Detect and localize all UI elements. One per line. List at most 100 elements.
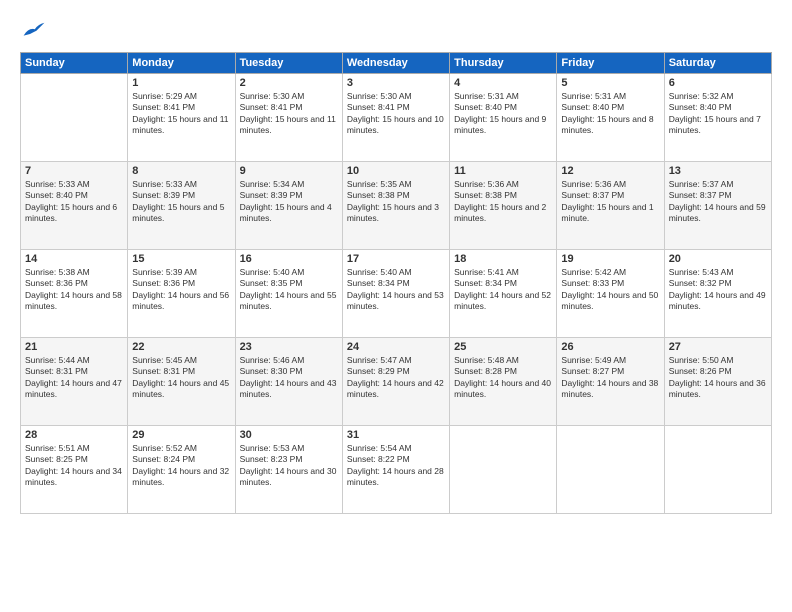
day-number: 21 (25, 341, 123, 353)
day-number: 16 (240, 253, 338, 265)
day-number: 6 (669, 77, 767, 89)
calendar-cell: 10 Sunrise: 5:35 AMSunset: 8:38 PMDayligh… (342, 162, 449, 250)
weekday-header-thursday: Thursday (450, 53, 557, 74)
day-info: Sunrise: 5:48 AMSunset: 8:28 PMDaylight:… (454, 355, 552, 401)
day-info: Sunrise: 5:30 AMSunset: 8:41 PMDaylight:… (240, 91, 338, 137)
calendar-cell: 25 Sunrise: 5:48 AMSunset: 8:28 PMDayligh… (450, 338, 557, 426)
day-info: Sunrise: 5:36 AMSunset: 8:37 PMDaylight:… (561, 179, 659, 225)
weekday-header-friday: Friday (557, 53, 664, 74)
day-info: Sunrise: 5:31 AMSunset: 8:40 PMDaylight:… (561, 91, 659, 137)
day-info: Sunrise: 5:51 AMSunset: 8:25 PMDaylight:… (25, 443, 123, 489)
day-number: 5 (561, 77, 659, 89)
calendar-cell: 3 Sunrise: 5:30 AMSunset: 8:41 PMDaylight… (342, 74, 449, 162)
calendar-cell: 27 Sunrise: 5:50 AMSunset: 8:26 PMDayligh… (664, 338, 771, 426)
day-info: Sunrise: 5:31 AMSunset: 8:40 PMDaylight:… (454, 91, 552, 137)
calendar-cell: 16 Sunrise: 5:40 AMSunset: 8:35 PMDayligh… (235, 250, 342, 338)
calendar-cell: 21Sunrise: 5:44 AMSunset: 8:31 PMDayligh… (21, 338, 128, 426)
calendar-cell: 18Sunrise: 5:41 AMSunset: 8:34 PMDayligh… (450, 250, 557, 338)
day-number: 10 (347, 165, 445, 177)
day-info: Sunrise: 5:33 AMSunset: 8:40 PMDaylight:… (25, 179, 123, 225)
calendar-cell: 6 Sunrise: 5:32 AMSunset: 8:40 PMDaylight… (664, 74, 771, 162)
day-number: 7 (25, 165, 123, 177)
page-header (20, 20, 772, 40)
day-number: 8 (132, 165, 230, 177)
day-number: 23 (240, 341, 338, 353)
day-info: Sunrise: 5:47 AMSunset: 8:29 PMDaylight:… (347, 355, 445, 401)
calendar-week-4: 21Sunrise: 5:44 AMSunset: 8:31 PMDayligh… (21, 338, 772, 426)
day-info: Sunrise: 5:30 AMSunset: 8:41 PMDaylight:… (347, 91, 445, 137)
calendar-cell: 8 Sunrise: 5:33 AMSunset: 8:39 PMDaylight… (128, 162, 235, 250)
day-info: Sunrise: 5:54 AMSunset: 8:22 PMDaylight:… (347, 443, 445, 489)
day-number: 17 (347, 253, 445, 265)
day-number: 25 (454, 341, 552, 353)
calendar-cell: 14Sunrise: 5:38 AMSunset: 8:36 PMDayligh… (21, 250, 128, 338)
day-info: Sunrise: 5:38 AMSunset: 8:36 PMDaylight:… (25, 267, 123, 313)
calendar-cell (21, 74, 128, 162)
calendar-week-2: 7 Sunrise: 5:33 AMSunset: 8:40 PMDaylight… (21, 162, 772, 250)
day-info: Sunrise: 5:50 AMSunset: 8:26 PMDaylight:… (669, 355, 767, 401)
day-info: Sunrise: 5:43 AMSunset: 8:32 PMDaylight:… (669, 267, 767, 313)
calendar-week-3: 14Sunrise: 5:38 AMSunset: 8:36 PMDayligh… (21, 250, 772, 338)
day-info: Sunrise: 5:52 AMSunset: 8:24 PMDaylight:… (132, 443, 230, 489)
calendar-body: 1 Sunrise: 5:29 AMSunset: 8:41 PMDaylight… (21, 74, 772, 514)
day-number: 31 (347, 429, 445, 441)
calendar-cell (557, 426, 664, 514)
calendar-table: SundayMondayTuesdayWednesdayThursdayFrid… (20, 52, 772, 514)
calendar-header: SundayMondayTuesdayWednesdayThursdayFrid… (21, 53, 772, 74)
day-number: 19 (561, 253, 659, 265)
calendar-cell: 29 Sunrise: 5:52 AMSunset: 8:24 PMDayligh… (128, 426, 235, 514)
weekday-header-monday: Monday (128, 53, 235, 74)
calendar-cell (664, 426, 771, 514)
day-info: Sunrise: 5:37 AMSunset: 8:37 PMDaylight:… (669, 179, 767, 225)
calendar-cell: 30 Sunrise: 5:53 AMSunset: 8:23 PMDayligh… (235, 426, 342, 514)
calendar-cell (450, 426, 557, 514)
day-number: 24 (347, 341, 445, 353)
calendar-cell: 24 Sunrise: 5:47 AMSunset: 8:29 PMDayligh… (342, 338, 449, 426)
logo-bird-icon (22, 20, 46, 40)
day-info: Sunrise: 5:29 AMSunset: 8:41 PMDaylight:… (132, 91, 230, 137)
weekday-header-saturday: Saturday (664, 53, 771, 74)
calendar-cell: 4Sunrise: 5:31 AMSunset: 8:40 PMDaylight… (450, 74, 557, 162)
day-info: Sunrise: 5:53 AMSunset: 8:23 PMDaylight:… (240, 443, 338, 489)
day-number: 2 (240, 77, 338, 89)
calendar-cell: 17 Sunrise: 5:40 AMSunset: 8:34 PMDayligh… (342, 250, 449, 338)
day-info: Sunrise: 5:34 AMSunset: 8:39 PMDaylight:… (240, 179, 338, 225)
calendar-cell: 9Sunrise: 5:34 AMSunset: 8:39 PMDaylight… (235, 162, 342, 250)
calendar-cell: 28 Sunrise: 5:51 AMSunset: 8:25 PMDayligh… (21, 426, 128, 514)
day-number: 27 (669, 341, 767, 353)
day-number: 30 (240, 429, 338, 441)
day-number: 22 (132, 341, 230, 353)
calendar-cell: 23 Sunrise: 5:46 AMSunset: 8:30 PMDayligh… (235, 338, 342, 426)
day-info: Sunrise: 5:36 AMSunset: 8:38 PMDaylight:… (454, 179, 552, 225)
calendar-cell: 5 Sunrise: 5:31 AMSunset: 8:40 PMDaylight… (557, 74, 664, 162)
day-info: Sunrise: 5:32 AMSunset: 8:40 PMDaylight:… (669, 91, 767, 137)
calendar-cell: 2 Sunrise: 5:30 AMSunset: 8:41 PMDaylight… (235, 74, 342, 162)
day-number: 15 (132, 253, 230, 265)
calendar-cell: 31 Sunrise: 5:54 AMSunset: 8:22 PMDayligh… (342, 426, 449, 514)
day-number: 1 (132, 77, 230, 89)
day-info: Sunrise: 5:40 AMSunset: 8:34 PMDaylight:… (347, 267, 445, 313)
day-info: Sunrise: 5:33 AMSunset: 8:39 PMDaylight:… (132, 179, 230, 225)
day-number: 28 (25, 429, 123, 441)
day-info: Sunrise: 5:40 AMSunset: 8:35 PMDaylight:… (240, 267, 338, 313)
calendar-cell: 13Sunrise: 5:37 AMSunset: 8:37 PMDayligh… (664, 162, 771, 250)
calendar-cell: 19 Sunrise: 5:42 AMSunset: 8:33 PMDayligh… (557, 250, 664, 338)
weekday-header-sunday: Sunday (21, 53, 128, 74)
weekday-header-wednesday: Wednesday (342, 53, 449, 74)
calendar-cell: 22 Sunrise: 5:45 AMSunset: 8:31 PMDayligh… (128, 338, 235, 426)
day-number: 26 (561, 341, 659, 353)
day-number: 29 (132, 429, 230, 441)
day-info: Sunrise: 5:42 AMSunset: 8:33 PMDaylight:… (561, 267, 659, 313)
day-info: Sunrise: 5:35 AMSunset: 8:38 PMDaylight:… (347, 179, 445, 225)
day-number: 3 (347, 77, 445, 89)
day-info: Sunrise: 5:39 AMSunset: 8:36 PMDaylight:… (132, 267, 230, 313)
day-info: Sunrise: 5:45 AMSunset: 8:31 PMDaylight:… (132, 355, 230, 401)
calendar-cell: 11 Sunrise: 5:36 AMSunset: 8:38 PMDayligh… (450, 162, 557, 250)
day-number: 20 (669, 253, 767, 265)
logo (20, 20, 46, 40)
day-number: 11 (454, 165, 552, 177)
day-info: Sunrise: 5:49 AMSunset: 8:27 PMDaylight:… (561, 355, 659, 401)
calendar-cell: 1 Sunrise: 5:29 AMSunset: 8:41 PMDaylight… (128, 74, 235, 162)
day-info: Sunrise: 5:41 AMSunset: 8:34 PMDaylight:… (454, 267, 552, 313)
day-info: Sunrise: 5:46 AMSunset: 8:30 PMDaylight:… (240, 355, 338, 401)
